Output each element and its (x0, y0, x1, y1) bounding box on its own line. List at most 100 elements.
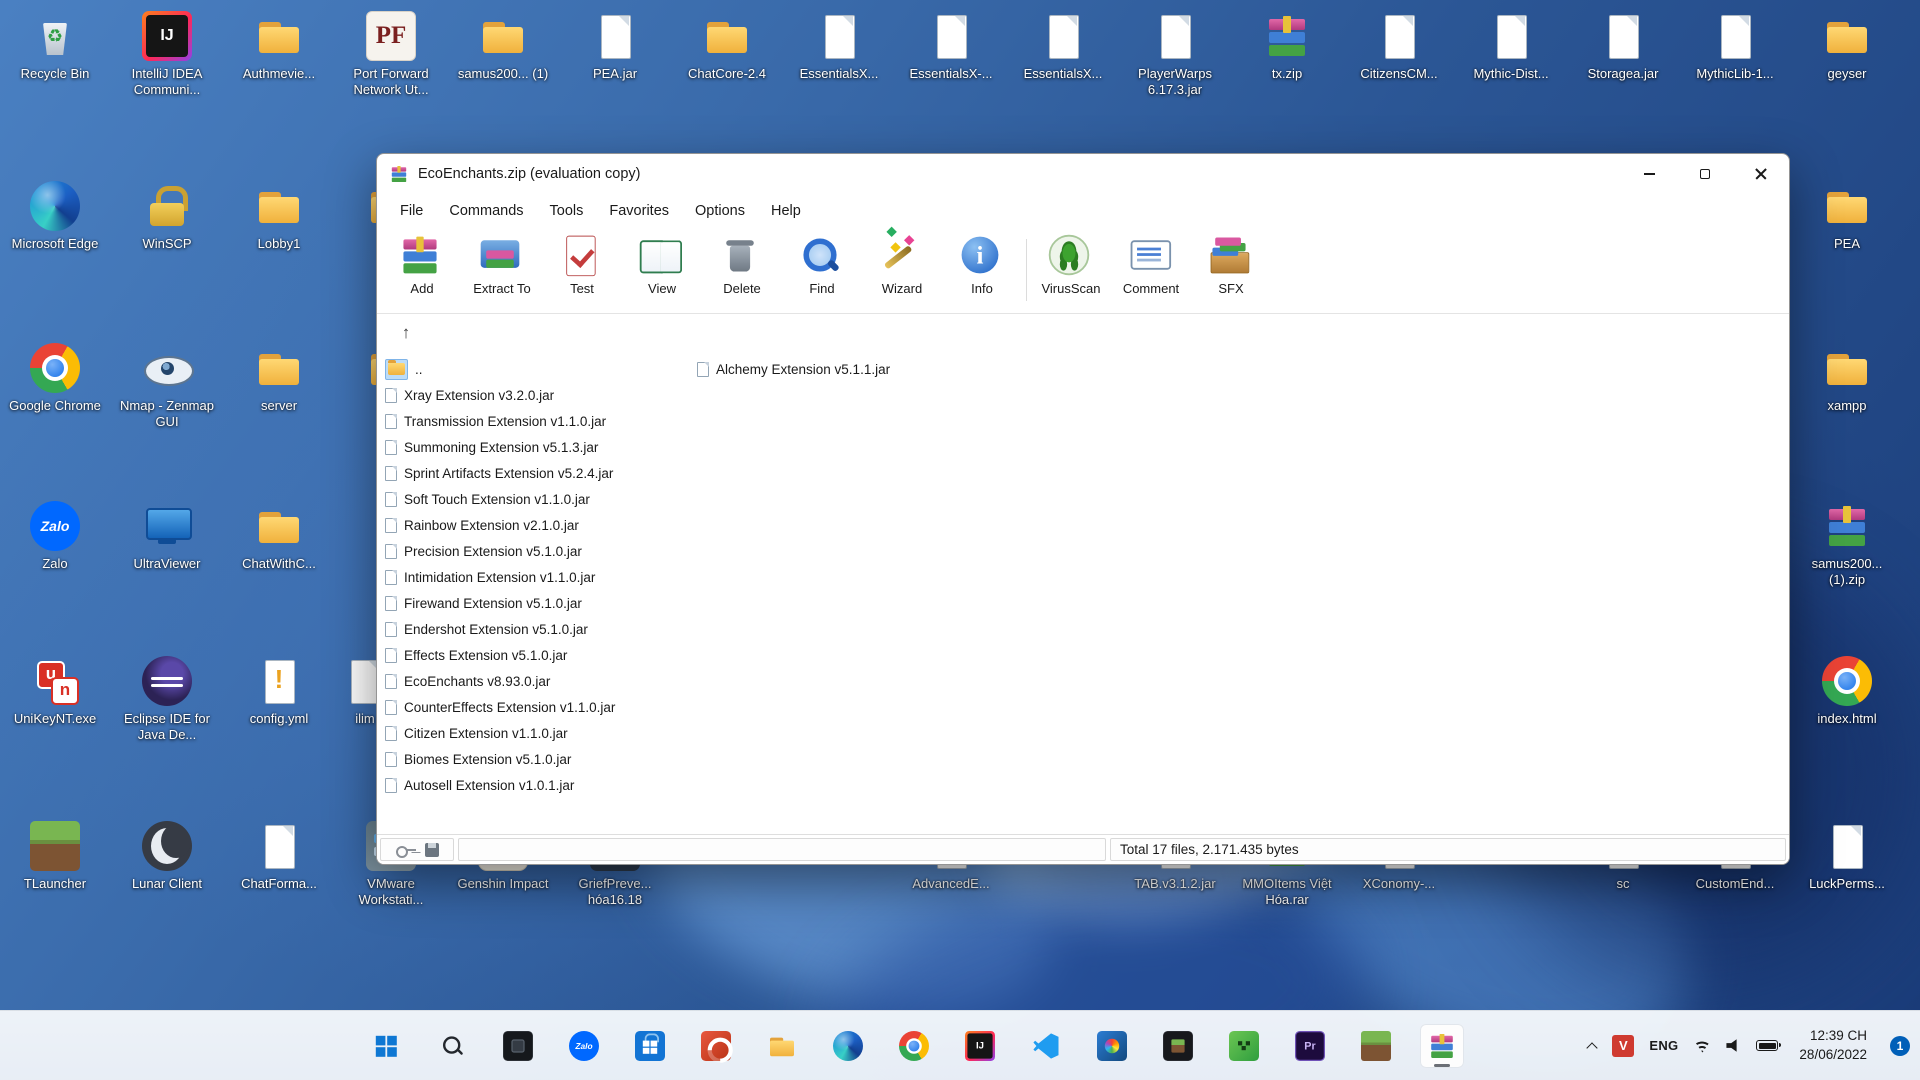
archive-file-item[interactable]: Xray Extension v3.2.0.jar (381, 382, 689, 408)
search-button[interactable] (430, 1024, 474, 1068)
archive-file-item[interactable]: EcoEnchants v8.93.0.jar (381, 668, 689, 694)
vscode-icon[interactable] (1024, 1024, 1068, 1068)
archive-file-item[interactable]: Soft Touch Extension v1.1.0.jar (381, 486, 689, 512)
desktop-icon[interactable]: EssentialsX-... (899, 10, 1003, 82)
desktop-icon[interactable]: Recycle Bin (3, 10, 107, 82)
battery-icon[interactable] (1756, 1040, 1778, 1051)
desktop-icon[interactable]: Port Forward Network Ut... (339, 10, 443, 99)
test-button[interactable]: Test (542, 231, 622, 311)
notification-badge[interactable]: 1 (1890, 1036, 1910, 1056)
menu-commands[interactable]: Commands (436, 196, 536, 226)
archive-file-item[interactable]: CounterEffects Extension v1.1.0.jar (381, 694, 689, 720)
language-indicator[interactable]: ENG (1649, 1038, 1678, 1053)
archive-file-item[interactable]: Firewand Extension v5.1.0.jar (381, 590, 689, 616)
chrome-taskbar-icon[interactable] (892, 1024, 936, 1068)
desktop-icon[interactable]: UltraViewer (115, 500, 219, 572)
dark-app-icon[interactable] (496, 1024, 540, 1068)
archive-file-item[interactable]: Alchemy Extension v5.1.1.jar (693, 356, 1001, 382)
desktop-icon[interactable]: Lobby1 (227, 180, 331, 252)
comment-button[interactable]: Comment (1111, 231, 1191, 311)
archive-file-item[interactable]: Summoning Extension v5.1.3.jar (381, 434, 689, 460)
desktop-icon[interactable]: CitizensCM... (1347, 10, 1451, 82)
parent-dir-item[interactable]: .. (381, 356, 689, 382)
tray-chevron-icon[interactable] (1587, 1041, 1597, 1051)
close-button[interactable] (1733, 154, 1789, 194)
desktop-icon[interactable]: WinSCP (115, 180, 219, 252)
menu-help[interactable]: Help (758, 196, 814, 226)
titlebar[interactable]: EcoEnchants.zip (evaluation copy) (377, 154, 1789, 194)
desktop-icon[interactable]: Microsoft Edge (3, 180, 107, 252)
desktop-icon[interactable]: samus200... (1) (451, 10, 555, 82)
sfx-button[interactable]: SFX (1191, 231, 1271, 311)
view-button[interactable]: View (622, 231, 702, 311)
desktop-icon[interactable]: ChatForma... (227, 820, 331, 892)
edge-taskbar-icon[interactable] (826, 1024, 870, 1068)
desktop-icon[interactable]: EssentialsX... (1011, 10, 1115, 82)
archive-file-item[interactable]: Sprint Artifacts Extension v5.2.4.jar (381, 460, 689, 486)
desktop-icon[interactable]: geyser (1795, 10, 1899, 82)
desktop-icon[interactable]: MythicLib-1... (1683, 10, 1787, 82)
photos-icon[interactable] (1090, 1024, 1134, 1068)
find-button[interactable]: Find (782, 231, 862, 311)
desktop-icon[interactable]: UniKeyNT.exe (3, 655, 107, 727)
desktop-icon[interactable]: Eclipse IDE for Java De... (115, 655, 219, 744)
desktop-icon[interactable]: IntelliJ IDEA Communi... (115, 10, 219, 99)
archive-file-item[interactable]: Citizen Extension v1.1.0.jar (381, 720, 689, 746)
archive-file-item[interactable]: Transmission Extension v1.1.0.jar (381, 408, 689, 434)
ime-indicator[interactable]: V (1612, 1035, 1634, 1057)
archive-file-item[interactable]: Precision Extension v5.1.0.jar (381, 538, 689, 564)
desktop-icon[interactable]: Google Chrome (3, 342, 107, 414)
desktop-icon[interactable]: PEA.jar (563, 10, 667, 82)
desktop-icon[interactable]: xampp (1795, 342, 1899, 414)
minecraft-dark-icon[interactable] (1156, 1024, 1200, 1068)
add-button[interactable]: Add (382, 231, 462, 311)
office-icon[interactable] (694, 1024, 738, 1068)
archive-file-item[interactable]: Autosell Extension v1.0.1.jar (381, 772, 689, 798)
desktop-icon[interactable]: Nmap - Zenmap GUI (115, 342, 219, 431)
menu-favorites[interactable]: Favorites (596, 196, 682, 226)
virusscan-button[interactable]: VirusScan (1031, 231, 1111, 311)
menu-file[interactable]: File (387, 196, 436, 226)
menu-options[interactable]: Options (682, 196, 758, 226)
desktop-icon[interactable]: tx.zip (1235, 10, 1339, 82)
desktop-icon[interactable]: EssentialsX... (787, 10, 891, 82)
menu-tools[interactable]: Tools (537, 196, 597, 226)
up-directory-button[interactable]: ↑ (391, 320, 421, 346)
info-button[interactable]: Info (942, 231, 1022, 311)
desktop-icon[interactable]: samus200... (1).zip (1795, 500, 1899, 589)
winrar-taskbar-icon[interactable] (1420, 1024, 1464, 1068)
archive-file-item[interactable]: Biomes Extension v5.1.0.jar (381, 746, 689, 772)
desktop-icon[interactable]: index.html (1795, 655, 1899, 727)
tlauncher-taskbar-icon[interactable] (1354, 1024, 1398, 1068)
delete-button[interactable]: Delete (702, 231, 782, 311)
wifi-icon[interactable] (1693, 1039, 1711, 1053)
desktop-icon[interactable]: Mythic-Dist... (1459, 10, 1563, 82)
desktop-icon[interactable]: ChatCore-2.4 (675, 10, 779, 82)
desktop-icon[interactable]: LuckPerms... (1795, 820, 1899, 892)
green-app-icon[interactable] (1222, 1024, 1266, 1068)
archive-file-item[interactable]: Rainbow Extension v2.1.0.jar (381, 512, 689, 538)
desktop-icon[interactable]: TLauncher (3, 820, 107, 892)
desktop-icon[interactable]: PlayerWarps 6.17.3.jar (1123, 10, 1227, 99)
wizard-button[interactable]: Wizard (862, 231, 942, 311)
extract-to-button[interactable]: Extract To (462, 231, 542, 311)
maximize-button[interactable] (1677, 154, 1733, 194)
zalo-taskbar-icon[interactable] (562, 1024, 606, 1068)
desktop-icon[interactable]: server (227, 342, 331, 414)
desktop-icon[interactable]: Authmevie... (227, 10, 331, 82)
premiere-icon[interactable] (1288, 1024, 1332, 1068)
minimize-button[interactable] (1621, 154, 1677, 194)
archive-file-item[interactable]: Effects Extension v5.1.0.jar (381, 642, 689, 668)
desktop-icon[interactable]: ChatWithC... (227, 500, 331, 572)
desktop-icon[interactable]: Zalo (3, 500, 107, 572)
desktop-icon[interactable]: Storagea.jar (1571, 10, 1675, 82)
archive-file-item[interactable]: Endershot Extension v5.1.0.jar (381, 616, 689, 642)
clock[interactable]: 12:39 CH 28/06/2022 (1799, 1027, 1867, 1063)
volume-icon[interactable] (1726, 1039, 1741, 1053)
desktop-icon[interactable]: PEA (1795, 180, 1899, 252)
start-button[interactable] (364, 1024, 408, 1068)
archive-file-item[interactable]: Intimidation Extension v1.1.0.jar (381, 564, 689, 590)
desktop-icon[interactable]: Lunar Client (115, 820, 219, 892)
intellij-taskbar-icon[interactable] (958, 1024, 1002, 1068)
file-explorer-icon[interactable] (760, 1024, 804, 1068)
